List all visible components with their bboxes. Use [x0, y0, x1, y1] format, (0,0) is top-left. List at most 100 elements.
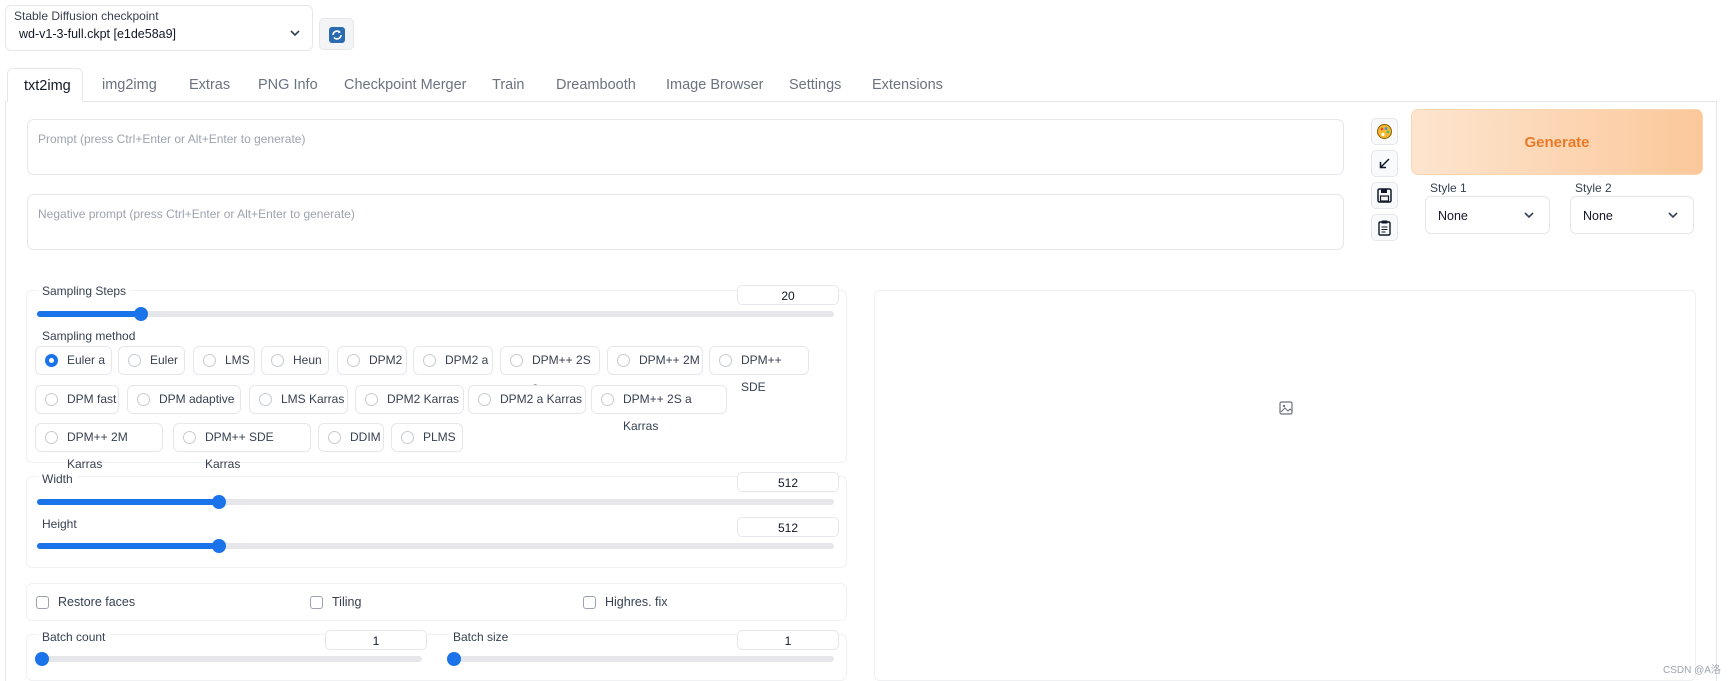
- output-gallery[interactable]: [874, 290, 1696, 681]
- radio-dpm2-karras[interactable]: DPM2 Karras: [355, 385, 464, 414]
- radio-label: Euler: [150, 353, 179, 367]
- apply-style-button[interactable]: [1371, 214, 1398, 241]
- height-value[interactable]: 512: [737, 517, 839, 537]
- radio-label: DPM++ 2M: [639, 353, 700, 367]
- checkbox-box: [310, 596, 323, 609]
- checkpoint-dropdown[interactable]: wd-v1-3-full.ckpt [e1de58a9]: [10, 22, 308, 46]
- radio-dot: [203, 354, 216, 367]
- tab-settings[interactable]: Settings: [789, 68, 841, 102]
- generate-button[interactable]: Generate: [1411, 109, 1703, 175]
- radio-dpm2[interactable]: DPM2: [337, 346, 407, 375]
- radio-dot: [478, 393, 491, 406]
- radio-dot: [137, 393, 150, 406]
- highres-fix-checkbox[interactable]: Highres. fix: [583, 595, 703, 611]
- tab-extras[interactable]: Extras: [189, 68, 230, 102]
- tiling-checkbox[interactable]: Tiling: [310, 595, 410, 611]
- radio-dpm-fast[interactable]: DPM fast: [35, 385, 119, 414]
- watermark: CSDN @A洛: [1663, 665, 1721, 676]
- sampling-steps-value[interactable]: 20: [737, 285, 839, 305]
- radio-heun[interactable]: Heun: [261, 346, 329, 375]
- radio-dot: [183, 431, 196, 444]
- style-1-label: Style 1: [1430, 181, 1467, 195]
- restore-faces-checkbox[interactable]: Restore faces: [36, 595, 186, 611]
- radio-dot: [45, 393, 58, 406]
- radio-dpm-adaptive[interactable]: DPM adaptive: [127, 385, 241, 414]
- prompt-input[interactable]: Prompt (press Ctrl+Enter or Alt+Enter to…: [27, 119, 1344, 175]
- radio-dot: [128, 354, 141, 367]
- refresh-icon: [329, 27, 345, 43]
- width-label: Width: [38, 472, 77, 486]
- checkbox-label: Restore faces: [58, 595, 136, 609]
- checkbox-label: Highres. fix: [605, 595, 668, 609]
- prompt-placeholder: Prompt (press Ctrl+Enter or Alt+Enter to…: [38, 132, 306, 146]
- radio-dot: [601, 393, 614, 406]
- chevron-down-icon: [1524, 212, 1534, 219]
- radio-label: DPM2: [369, 353, 403, 367]
- radio-dpmpp-sde-karras[interactable]: DPM++ SDE Karras: [173, 423, 311, 471]
- radio-lms-karras[interactable]: LMS Karras: [249, 385, 348, 414]
- checkbox-box: [36, 596, 49, 609]
- batch-count-thumb[interactable]: [35, 652, 49, 666]
- radio-label: DPM adaptive: [159, 392, 235, 406]
- radio-label: DPM2 a: [445, 353, 489, 367]
- sampling-steps-fill: [37, 311, 141, 317]
- tab-img2img[interactable]: img2img: [102, 68, 157, 102]
- tab-dreambooth[interactable]: Dreambooth: [556, 68, 636, 102]
- batch-size-slider[interactable]: [449, 656, 834, 662]
- checkbox-box: [583, 596, 596, 609]
- batch-count-slider[interactable]: [37, 656, 422, 662]
- batch-count-value[interactable]: 1: [325, 630, 427, 650]
- sampling-steps-label: Sampling Steps: [38, 284, 131, 298]
- tab-png-info[interactable]: PNG Info: [258, 68, 318, 102]
- tab-image-browser[interactable]: Image Browser: [666, 68, 764, 102]
- radio-dot: [510, 354, 523, 367]
- radio-euler[interactable]: Euler: [118, 346, 185, 375]
- paste-params-button[interactable]: [1371, 150, 1398, 177]
- radio-dot: [45, 431, 58, 444]
- tab-train[interactable]: Train: [492, 68, 525, 102]
- radio-dot: [719, 354, 732, 367]
- tab-extensions[interactable]: Extensions: [872, 68, 943, 102]
- checkbox-label: Tiling: [332, 595, 362, 609]
- image-icon: [1279, 401, 1293, 415]
- radio-dpm2-a-karras[interactable]: DPM2 a Karras: [468, 385, 586, 414]
- batch-size-thumb[interactable]: [447, 652, 461, 666]
- tab-checkpoint-merger[interactable]: Checkpoint Merger: [344, 68, 467, 102]
- radio-dpmpp-2s-a-karras[interactable]: DPM++ 2S a Karras: [591, 385, 727, 433]
- interrogate-button[interactable]: [1371, 118, 1398, 145]
- dimensions-panel: [26, 476, 847, 568]
- radio-label: DPM fast: [67, 392, 117, 406]
- batch-size-value[interactable]: 1: [737, 630, 839, 650]
- radio-label: DPM2 a Karras: [500, 392, 583, 406]
- radio-dot: [617, 354, 630, 367]
- chevron-down-icon: [290, 30, 300, 37]
- radio-dpmpp-2m-karras[interactable]: DPM++ 2M Karras: [35, 423, 163, 471]
- width-value[interactable]: 512: [737, 472, 839, 492]
- radio-label: PLMS: [423, 430, 456, 444]
- radio-dpmpp-sde[interactable]: DPM++ SDE: [709, 346, 809, 394]
- radio-dot: [347, 354, 360, 367]
- height-fill: [37, 543, 219, 549]
- radio-plms[interactable]: PLMS: [391, 423, 463, 452]
- radio-dpmpp-2s-a[interactable]: DPM++ 2S a: [500, 346, 600, 394]
- save-style-button[interactable]: [1371, 182, 1398, 209]
- sampling-steps-thumb[interactable]: [134, 307, 148, 321]
- arrow-down-left-icon: [1379, 158, 1390, 169]
- radio-lms[interactable]: LMS: [193, 346, 255, 375]
- height-thumb[interactable]: [212, 539, 226, 553]
- sampling-steps-slider[interactable]: [37, 311, 834, 317]
- tab-txt2img[interactable]: txt2img: [7, 68, 83, 102]
- radio-label: LMS Karras: [281, 392, 345, 406]
- radio-dpmpp-2m[interactable]: DPM++ 2M: [607, 346, 703, 375]
- radio-dot: [401, 431, 414, 444]
- negative-prompt-input[interactable]: Negative prompt (press Ctrl+Enter or Alt…: [27, 194, 1344, 250]
- radio-euler-a[interactable]: Euler a: [35, 346, 112, 375]
- radio-ddim[interactable]: DDIM: [318, 423, 384, 452]
- radio-dot: [423, 354, 436, 367]
- radio-dot: [328, 431, 341, 444]
- radio-dpm2-a[interactable]: DPM2 a: [413, 346, 493, 375]
- style-2-label: Style 2: [1575, 181, 1612, 195]
- width-thumb[interactable]: [212, 495, 226, 509]
- radio-label: DPM2 Karras: [387, 392, 460, 406]
- refresh-checkpoint-button[interactable]: [319, 18, 354, 50]
